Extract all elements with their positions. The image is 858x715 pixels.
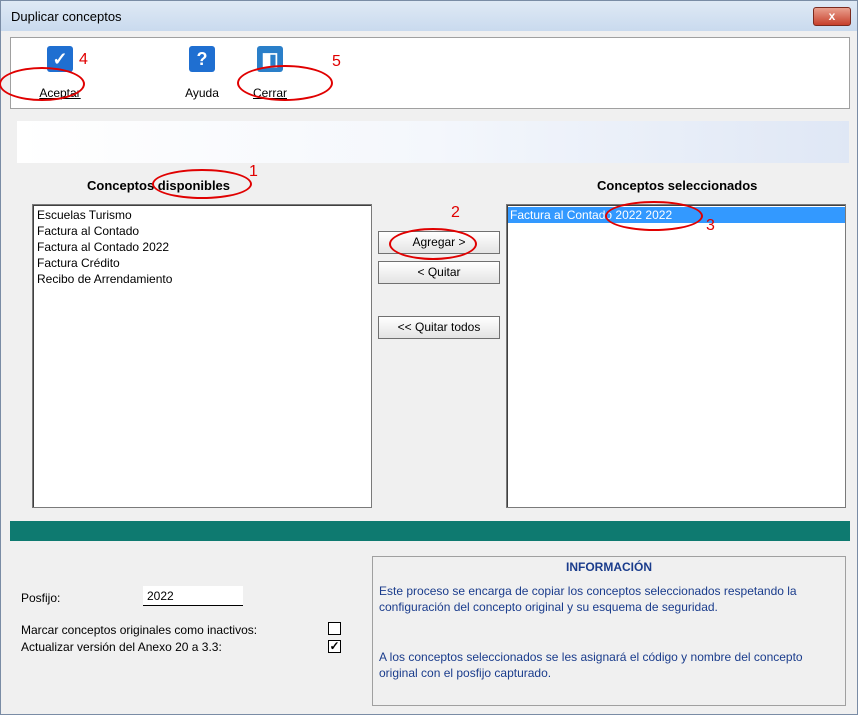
dialog-window: Duplicar conceptos x ✓ Aceptar ? Ayuda ◧… <box>0 0 858 715</box>
available-list-item[interactable]: Escuelas Turismo <box>35 207 371 223</box>
remove-button[interactable]: < Quitar <box>378 261 500 284</box>
annotation-number-2: 2 <box>451 204 460 221</box>
postfix-input[interactable]: 2022 <box>143 586 243 606</box>
toolbar: ✓ Aceptar ? Ayuda ◧ Cerrar <box>10 37 850 109</box>
help-button[interactable]: ? Ayuda <box>167 46 237 106</box>
available-list-item[interactable]: Factura al Contado 2022 <box>35 239 371 255</box>
annotation-number-1: 1 <box>249 163 258 180</box>
info-paragraph-2: A los conceptos seleccionados se les asi… <box>379 650 803 680</box>
annotation-circle-3 <box>605 201 703 231</box>
window-title: Duplicar conceptos <box>11 9 122 24</box>
title-bar: Duplicar conceptos x <box>1 1 857 31</box>
mark-inactive-checkbox[interactable] <box>328 622 341 635</box>
mark-inactive-label: Marcar conceptos originales como inactiv… <box>21 623 258 637</box>
annotation-number-3: 3 <box>706 217 715 234</box>
annotation-circle-1 <box>152 169 252 199</box>
available-list-item[interactable]: Factura al Contado <box>35 223 371 239</box>
available-list-item[interactable]: Factura Crédito <box>35 255 371 271</box>
annotation-circle-4 <box>0 67 85 101</box>
remove-all-button[interactable]: << Quitar todos <box>378 316 500 339</box>
header-band <box>17 121 849 163</box>
info-panel: INFORMACIÓN Este proceso se encarga de c… <box>372 556 846 706</box>
question-icon: ? <box>189 46 215 72</box>
selected-list[interactable]: Factura al Contado 2022 2022 <box>506 204 846 508</box>
annotation-circle-5 <box>237 65 333 101</box>
update-annex-checkbox[interactable]: ✓ <box>328 640 341 653</box>
help-label: Ayuda <box>185 86 219 100</box>
available-list-item[interactable]: Recibo de Arrendamiento <box>35 271 371 287</box>
annotation-number-5: 5 <box>332 53 341 70</box>
annotation-number-4: 4 <box>79 51 88 68</box>
postfix-label: Posfijo: <box>21 591 61 605</box>
annotation-circle-2 <box>389 228 477 260</box>
update-annex-label: Actualizar versión del Anexo 20 a 3.3: <box>21 640 222 654</box>
separator-bar <box>10 521 850 541</box>
close-window-button[interactable]: x <box>813 7 851 26</box>
available-list[interactable]: Escuelas Turismo Factura al Contado Factur… <box>32 204 372 508</box>
selected-header: Conceptos seleccionados <box>597 178 758 193</box>
info-title: INFORMACIÓN <box>566 560 652 574</box>
info-paragraph-1: Este proceso se encarga de copiar los co… <box>379 584 797 614</box>
